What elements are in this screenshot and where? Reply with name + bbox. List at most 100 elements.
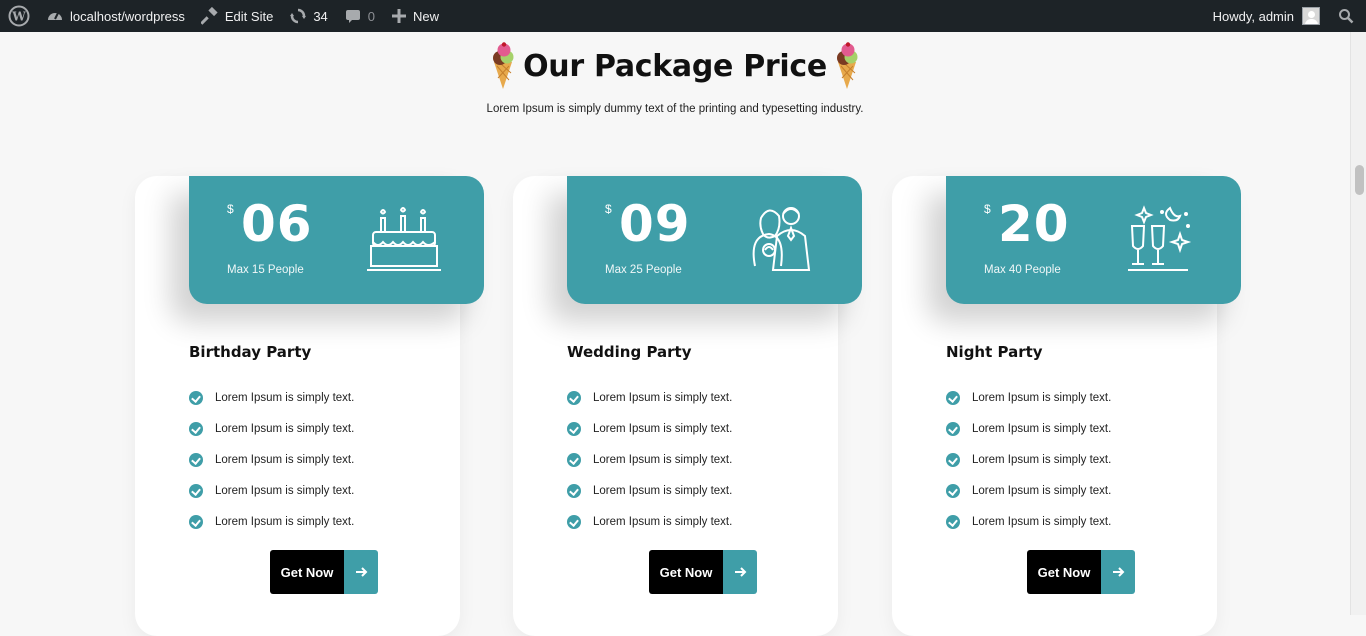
check-circle-icon bbox=[946, 483, 960, 498]
feature-text: Lorem Ipsum is simply text. bbox=[972, 515, 1112, 528]
new-content-link[interactable]: New bbox=[383, 0, 447, 32]
check-circle-icon bbox=[567, 452, 581, 467]
site-name-label: localhost/wordpress bbox=[70, 8, 185, 24]
list-item: Lorem Ipsum is simply text. bbox=[189, 506, 354, 537]
check-circle-icon bbox=[189, 390, 203, 405]
birthday-cake-icon bbox=[367, 207, 441, 271]
wedding-couple-icon bbox=[752, 207, 811, 271]
wordpress-logo-icon[interactable]: W bbox=[0, 0, 38, 32]
section-subtitle: Lorem Ipsum is simply dummy text of the … bbox=[486, 103, 864, 115]
check-circle-icon bbox=[567, 390, 581, 405]
check-circle-icon bbox=[189, 514, 203, 529]
capacity-label: Max 25 People bbox=[605, 264, 682, 276]
arrow-right-icon bbox=[344, 550, 378, 594]
search-button[interactable] bbox=[1328, 0, 1366, 32]
comment-bubble-icon bbox=[345, 10, 360, 23]
get-now-button[interactable]: Get Now bbox=[1027, 550, 1135, 594]
howdy-label: Howdy, admin bbox=[1212, 8, 1294, 24]
feature-text: Lorem Ipsum is simply text. bbox=[215, 484, 355, 497]
updates-icon bbox=[290, 8, 307, 24]
champagne-glasses-icon bbox=[1128, 205, 1192, 271]
feature-text: Lorem Ipsum is simply text. bbox=[972, 453, 1112, 466]
feature-text: Lorem Ipsum is simply text. bbox=[972, 484, 1112, 497]
page-scrollbar[interactable] bbox=[1350, 32, 1366, 615]
check-circle-icon bbox=[567, 483, 581, 498]
arrow-right-icon bbox=[1101, 550, 1135, 594]
price-box: $ 09 Max 25 People bbox=[567, 176, 862, 304]
dashboard-icon bbox=[48, 12, 62, 20]
updates-link[interactable]: 34 bbox=[281, 0, 335, 32]
feature-text: Lorem Ipsum is simply text. bbox=[593, 484, 733, 497]
price-value: 20 bbox=[998, 195, 1070, 253]
check-circle-icon bbox=[189, 421, 203, 436]
arrow-right-icon bbox=[723, 550, 757, 594]
feature-text: Lorem Ipsum is simply text. bbox=[593, 515, 733, 528]
get-now-label: Get Now bbox=[270, 550, 344, 594]
check-circle-icon bbox=[189, 483, 203, 498]
feature-list: Lorem Ipsum is simply text. Lorem Ipsum … bbox=[946, 382, 1111, 537]
list-item: Lorem Ipsum is simply text. bbox=[946, 413, 1111, 444]
feature-text: Lorem Ipsum is simply text. bbox=[593, 422, 733, 435]
new-label: New bbox=[413, 8, 440, 24]
section-heading: Our Package Price bbox=[0, 42, 1350, 95]
feature-text: Lorem Ipsum is simply text. bbox=[215, 453, 355, 466]
list-item: Lorem Ipsum is simply text. bbox=[567, 475, 732, 506]
feature-text: Lorem Ipsum is simply text. bbox=[972, 391, 1112, 404]
admin-bar: W localhost/wordpress Edit Site 34 0 New… bbox=[0, 0, 1366, 32]
capacity-label: Max 40 People bbox=[984, 264, 1061, 276]
feature-text: Lorem Ipsum is simply text. bbox=[593, 391, 733, 404]
comments-link[interactable]: 0 bbox=[336, 0, 383, 32]
check-circle-icon bbox=[946, 390, 960, 405]
feature-text: Lorem Ipsum is simply text. bbox=[215, 422, 355, 435]
ice-cream-icon bbox=[493, 42, 514, 89]
check-circle-icon bbox=[567, 514, 581, 529]
feature-text: Lorem Ipsum is simply text. bbox=[215, 515, 355, 528]
search-icon bbox=[1339, 9, 1354, 24]
comments-count: 0 bbox=[367, 8, 376, 24]
feature-list: Lorem Ipsum is simply text. Lorem Ipsum … bbox=[189, 382, 354, 537]
list-item: Lorem Ipsum is simply text. bbox=[567, 382, 732, 413]
list-item: Lorem Ipsum is simply text. bbox=[946, 506, 1111, 537]
plus-icon bbox=[392, 9, 407, 23]
list-item: Lorem Ipsum is simply text. bbox=[189, 444, 354, 475]
hammer-icon bbox=[200, 7, 218, 25]
get-now-button[interactable]: Get Now bbox=[270, 550, 378, 594]
list-item: Lorem Ipsum is simply text. bbox=[946, 444, 1111, 475]
price-value: 09 bbox=[619, 195, 691, 253]
feature-text: Lorem Ipsum is simply text. bbox=[215, 391, 355, 404]
list-item: Lorem Ipsum is simply text. bbox=[189, 475, 354, 506]
updates-count: 34 bbox=[313, 8, 328, 24]
my-account-link[interactable]: Howdy, admin bbox=[1205, 0, 1328, 32]
price-value: 06 bbox=[241, 195, 313, 253]
capacity-label: Max 15 People bbox=[227, 264, 304, 276]
currency-symbol: $ bbox=[984, 202, 991, 216]
site-name-link[interactable]: localhost/wordpress bbox=[38, 0, 193, 32]
edit-site-link[interactable]: Edit Site bbox=[193, 0, 281, 32]
list-item: Lorem Ipsum is simply text. bbox=[946, 475, 1111, 506]
check-circle-icon bbox=[946, 421, 960, 436]
get-now-label: Get Now bbox=[649, 550, 723, 594]
scrollbar-thumb[interactable] bbox=[1355, 165, 1364, 195]
list-item: Lorem Ipsum is simply text. bbox=[189, 382, 354, 413]
feature-list: Lorem Ipsum is simply text. Lorem Ipsum … bbox=[567, 382, 732, 537]
list-item: Lorem Ipsum is simply text. bbox=[567, 413, 732, 444]
list-item: Lorem Ipsum is simply text. bbox=[189, 413, 354, 444]
currency-symbol: $ bbox=[227, 202, 234, 216]
edit-site-label: Edit Site bbox=[224, 8, 274, 24]
check-circle-icon bbox=[946, 452, 960, 467]
get-now-label: Get Now bbox=[1027, 550, 1101, 594]
package-title: Wedding Party bbox=[567, 343, 692, 361]
check-circle-icon bbox=[189, 452, 203, 467]
package-title: Birthday Party bbox=[189, 343, 312, 361]
check-circle-icon bbox=[946, 514, 960, 529]
price-box: $ 06 Max 15 People bbox=[189, 176, 484, 304]
package-title: Night Party bbox=[946, 343, 1043, 361]
currency-symbol: $ bbox=[605, 202, 612, 216]
get-now-button[interactable]: Get Now bbox=[649, 550, 757, 594]
page-title: Our Package Price bbox=[523, 48, 827, 84]
avatar bbox=[1302, 7, 1320, 25]
list-item: Lorem Ipsum is simply text. bbox=[946, 382, 1111, 413]
check-circle-icon bbox=[567, 421, 581, 436]
ice-cream-icon bbox=[836, 42, 858, 89]
svg-text:W: W bbox=[11, 10, 26, 24]
